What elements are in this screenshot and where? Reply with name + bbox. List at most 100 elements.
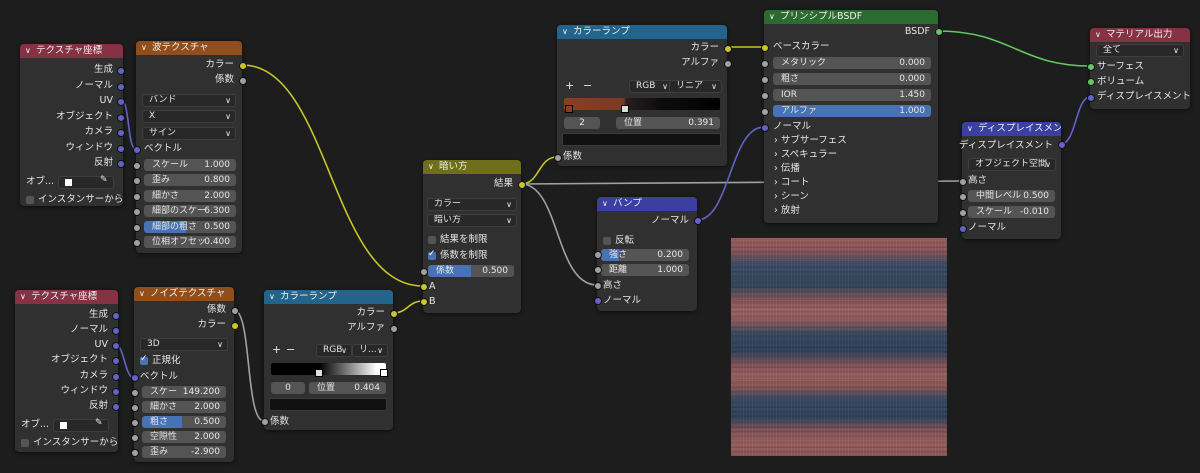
node-header[interactable]: ∨ カラーランプ bbox=[557, 25, 727, 39]
interpolation-dropdown[interactable]: リニア ∨ bbox=[669, 80, 722, 93]
socket-roughness[interactable] bbox=[761, 76, 769, 84]
socket-disp-scale[interactable] bbox=[959, 209, 967, 217]
collapse-chevron-icon[interactable]: ∨ bbox=[269, 290, 275, 304]
socket-bump-normal-out[interactable] bbox=[694, 217, 702, 225]
socket-noise-fac[interactable] bbox=[231, 307, 239, 315]
collapse-chevron-icon[interactable]: ∨ bbox=[25, 44, 31, 58]
socket-reflection[interactable] bbox=[117, 160, 125, 168]
collapse-chevron-icon[interactable]: ∨ bbox=[1095, 28, 1101, 42]
interpolation-dropdown[interactable]: リ... ∨ bbox=[352, 344, 388, 357]
panel-coat[interactable]: › コート bbox=[774, 177, 809, 189]
invert-checkbox[interactable] bbox=[603, 237, 611, 245]
socket-noise-lacunarity[interactable] bbox=[131, 434, 139, 442]
collapse-chevron-icon[interactable]: ∨ bbox=[139, 287, 145, 301]
socket-ramp2-fac[interactable] bbox=[261, 418, 269, 426]
socket-bump-distance[interactable] bbox=[594, 266, 602, 274]
color-ramp-node-1[interactable]: ∨ カラーランプ カラー アルファ + − RGB ∨ リニア ∨ 2 位置 0.391… bbox=[557, 25, 727, 166]
scale-field[interactable]: スケール -0.010 bbox=[968, 206, 1055, 218]
stop-position-field[interactable]: 位置 0.404 bbox=[309, 382, 386, 394]
profile-dropdown[interactable]: サイン ∨ bbox=[142, 127, 236, 140]
node-header[interactable]: ∨ テクスチャ座標 bbox=[20, 44, 123, 58]
add-stop-button[interactable]: + bbox=[272, 344, 281, 356]
socket-disp-normal[interactable] bbox=[959, 225, 967, 233]
socket-noise-scale[interactable] bbox=[131, 389, 139, 397]
remove-stop-button[interactable]: − bbox=[286, 344, 295, 356]
ramp-stop-marker[interactable] bbox=[621, 105, 629, 113]
midlevel-field[interactable]: 中間レベル 0.500 bbox=[968, 190, 1055, 202]
direction-dropdown[interactable]: X ∨ bbox=[142, 110, 236, 123]
distortion-field[interactable]: 歪み 0.800 bbox=[144, 174, 236, 186]
collapse-chevron-icon[interactable]: ∨ bbox=[141, 41, 147, 55]
ramp-stop-marker[interactable] bbox=[565, 105, 573, 113]
factor-field[interactable]: 係数 0.500 bbox=[428, 265, 514, 277]
socket-bump-normal-in[interactable] bbox=[594, 297, 602, 305]
roughness-field[interactable]: 粗さ 0.000 bbox=[773, 73, 931, 85]
socket-alpha[interactable] bbox=[761, 108, 769, 116]
socket-wave-vector[interactable] bbox=[133, 146, 141, 154]
socket-uv[interactable] bbox=[112, 342, 120, 350]
collapse-chevron-icon[interactable]: ∨ bbox=[769, 10, 775, 24]
socket-camera[interactable] bbox=[117, 129, 125, 137]
principled-bsdf-node[interactable]: ∨ プリンシプルBSDF BSDF ベースカラー メタリック 0.000 粗さ 0.0… bbox=[764, 10, 938, 223]
remove-stop-button[interactable]: − bbox=[583, 80, 592, 92]
socket-mix-b[interactable] bbox=[420, 298, 428, 306]
socket-mix-factor[interactable] bbox=[420, 268, 428, 276]
stop-position-field[interactable]: 位置 0.391 bbox=[616, 117, 720, 129]
wave-texture-node[interactable]: ∨ 波テクスチャ カラー 係数 バンド ∨ X ∨ サイン ∨ ベクトル スケール 1.0… bbox=[136, 41, 242, 253]
wave-type-dropdown[interactable]: バンド ∨ bbox=[142, 94, 236, 107]
color-ramp-node-2[interactable]: ∨ カラーランプ カラー アルファ + − RGB ∨ リ... ∨ 0 位置 0.40… bbox=[264, 290, 393, 430]
ramp-stop-marker[interactable] bbox=[380, 369, 388, 377]
lacunarity-field[interactable]: 空隙性 2.000 bbox=[142, 431, 226, 443]
collapse-chevron-icon[interactable]: ∨ bbox=[428, 160, 434, 174]
socket-wave-fac[interactable] bbox=[239, 77, 247, 85]
texture-coordinate-node-1[interactable]: ∨ テクスチャ座標 生成 ノーマル UV オブジェクト カメラ ウィンドウ 反射 … bbox=[20, 44, 123, 206]
node-header[interactable]: ∨ ディスプレイスメント bbox=[962, 122, 1061, 136]
distortion-field[interactable]: 歪み -2.900 bbox=[142, 446, 226, 458]
collapse-chevron-icon[interactable]: ∨ bbox=[20, 290, 26, 304]
node-header[interactable]: ∨ テクスチャ座標 bbox=[15, 290, 118, 304]
panel-transmission[interactable]: › 伝播 bbox=[774, 163, 800, 175]
stop-index-field[interactable]: 2 bbox=[564, 117, 600, 129]
socket-ramp1-alpha[interactable] bbox=[724, 60, 732, 68]
panel-emission[interactable]: › 放射 bbox=[774, 205, 800, 217]
socket-ior[interactable] bbox=[761, 92, 769, 100]
instancer-checkbox[interactable] bbox=[21, 439, 29, 447]
panel-specular[interactable]: › スペキュラー bbox=[774, 149, 837, 161]
socket-base-color[interactable] bbox=[761, 44, 769, 52]
socket-wave-detail-roughness[interactable] bbox=[133, 224, 141, 232]
socket-disp-height[interactable] bbox=[959, 178, 967, 186]
scale-field[interactable]: スケール 1.000 bbox=[144, 159, 236, 171]
node-header[interactable]: ∨ プリンシプルBSDF bbox=[764, 10, 938, 24]
socket-uv[interactable] bbox=[117, 98, 125, 106]
socket-ramp2-color[interactable] bbox=[390, 310, 398, 318]
instancer-checkbox[interactable] bbox=[26, 196, 34, 204]
socket-out-displacement[interactable] bbox=[1087, 94, 1095, 102]
node-header[interactable]: ∨ ノイズテクスチャ bbox=[134, 287, 234, 301]
clamp-result-checkbox[interactable] bbox=[428, 236, 436, 244]
eyedropper-icon[interactable]: ✎ bbox=[95, 418, 103, 428]
space-dropdown[interactable]: オブジェクト空間 ∨ bbox=[968, 158, 1056, 171]
socket-object[interactable] bbox=[112, 357, 120, 365]
socket-out-surface[interactable] bbox=[1087, 63, 1095, 71]
socket-bsdf-normal[interactable] bbox=[761, 124, 769, 132]
color-mode-dropdown[interactable]: RGB ∨ bbox=[629, 80, 673, 93]
detail-roughness-field[interactable]: 細部の粗さ 0.500 bbox=[144, 221, 236, 233]
socket-wave-distortion[interactable] bbox=[133, 177, 141, 185]
socket-bump-strength[interactable] bbox=[594, 251, 602, 259]
socket-ramp2-alpha[interactable] bbox=[390, 325, 398, 333]
eyedropper-icon[interactable]: ✎ bbox=[100, 175, 108, 185]
detail-scale-field[interactable]: 細部のスケー 6.300 bbox=[144, 205, 236, 217]
stop-color-swatch[interactable] bbox=[562, 133, 721, 146]
ramp-stop-marker[interactable] bbox=[315, 369, 323, 377]
texture-coordinate-node-2[interactable]: ∨ テクスチャ座標 生成 ノーマル UV オブジェクト カメラ ウィンドウ 反射 … bbox=[15, 290, 118, 452]
displacement-node[interactable]: ∨ディスプレイスメント ディスプレイスメント オブジェクト空間∨ 高さ 中間レベ… bbox=[959, 122, 1061, 239]
target-dropdown[interactable]: 全て ∨ bbox=[1096, 44, 1184, 57]
socket-wave-detail[interactable] bbox=[133, 193, 141, 201]
socket-normal[interactable] bbox=[112, 327, 120, 335]
socket-generated[interactable] bbox=[117, 67, 125, 75]
socket-disp-midlevel[interactable] bbox=[959, 193, 967, 201]
phase-offset-field[interactable]: 位相オフセッ 0.400 bbox=[144, 236, 236, 248]
node-header[interactable]: ∨ マテリアル出力 bbox=[1090, 28, 1190, 42]
socket-mix-a[interactable] bbox=[420, 283, 428, 291]
collapse-chevron-icon[interactable]: ∨ bbox=[967, 122, 973, 136]
